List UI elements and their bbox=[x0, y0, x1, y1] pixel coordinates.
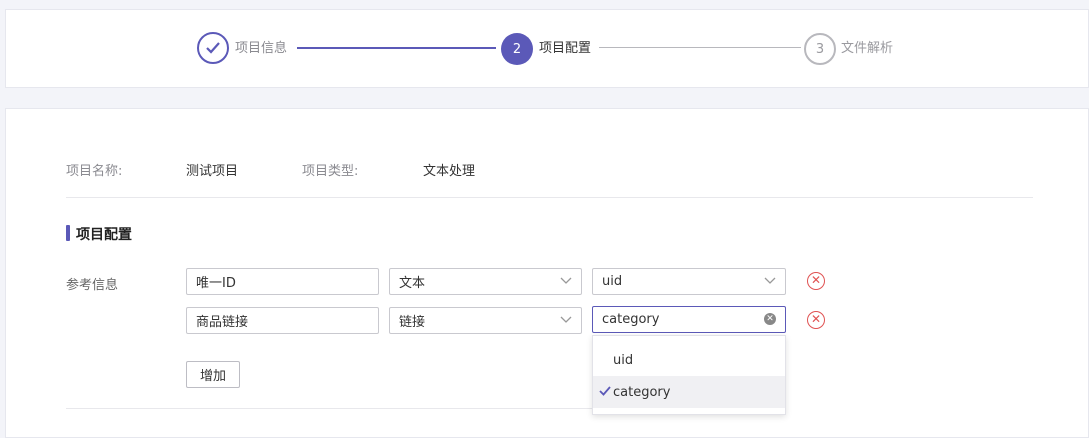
section-title: 项目配置 bbox=[76, 227, 132, 243]
reference-name-input[interactable]: 唯一ID bbox=[186, 268, 379, 295]
reference-label: 参考信息 bbox=[66, 278, 119, 293]
project-name-label: 项目名称: bbox=[66, 164, 123, 179]
divider-top bbox=[66, 197, 1033, 198]
step-1-done-icon bbox=[197, 32, 229, 64]
step-3-label: 文件解析 bbox=[841, 41, 894, 56]
dropdown-option-category[interactable]: category bbox=[593, 376, 785, 408]
chevron-down-icon bbox=[560, 277, 572, 284]
step-connector-1 bbox=[297, 47, 496, 49]
reference-type-select[interactable]: 链接 bbox=[389, 307, 582, 334]
reference-type-value: 链接 bbox=[399, 315, 426, 330]
section-accent-bar bbox=[66, 225, 70, 241]
project-type-value: 文本处理 bbox=[423, 164, 476, 179]
check-icon bbox=[599, 386, 611, 396]
reference-field-select[interactable]: uid bbox=[592, 268, 786, 295]
reference-name-input[interactable]: 商品链接 bbox=[186, 307, 379, 334]
reference-field-select[interactable]: category ✕ bbox=[592, 306, 786, 333]
step-1-label: 项目信息 bbox=[235, 41, 288, 56]
step-3-circle: 3 bbox=[804, 33, 836, 65]
remove-row-icon[interactable]: ✕ bbox=[807, 311, 825, 329]
reference-field-value: category bbox=[602, 312, 660, 327]
step-2-label: 项目配置 bbox=[539, 41, 592, 56]
step-connector-2 bbox=[599, 47, 801, 48]
reference-type-value: 文本 bbox=[399, 276, 426, 291]
project-name-value: 测试项目 bbox=[186, 164, 239, 179]
remove-row-icon[interactable]: ✕ bbox=[807, 272, 825, 290]
project-type-label: 项目类型: bbox=[302, 164, 359, 179]
add-button[interactable]: 增加 bbox=[186, 361, 240, 388]
dropdown-option-label: category bbox=[613, 384, 671, 400]
divider-bottom bbox=[66, 408, 592, 409]
reference-field-value: uid bbox=[602, 274, 623, 289]
step-2-circle: 2 bbox=[501, 33, 533, 65]
clear-icon[interactable]: ✕ bbox=[764, 313, 776, 325]
reference-name-value: 唯一ID bbox=[196, 276, 236, 291]
field-dropdown: uid category bbox=[592, 335, 786, 415]
dropdown-option-uid[interactable]: uid bbox=[593, 344, 785, 376]
chevron-down-icon bbox=[560, 316, 572, 323]
chevron-down-icon bbox=[764, 277, 776, 284]
dropdown-option-label: uid bbox=[613, 352, 634, 368]
reference-name-value: 商品链接 bbox=[196, 315, 249, 330]
reference-type-select[interactable]: 文本 bbox=[389, 268, 582, 295]
